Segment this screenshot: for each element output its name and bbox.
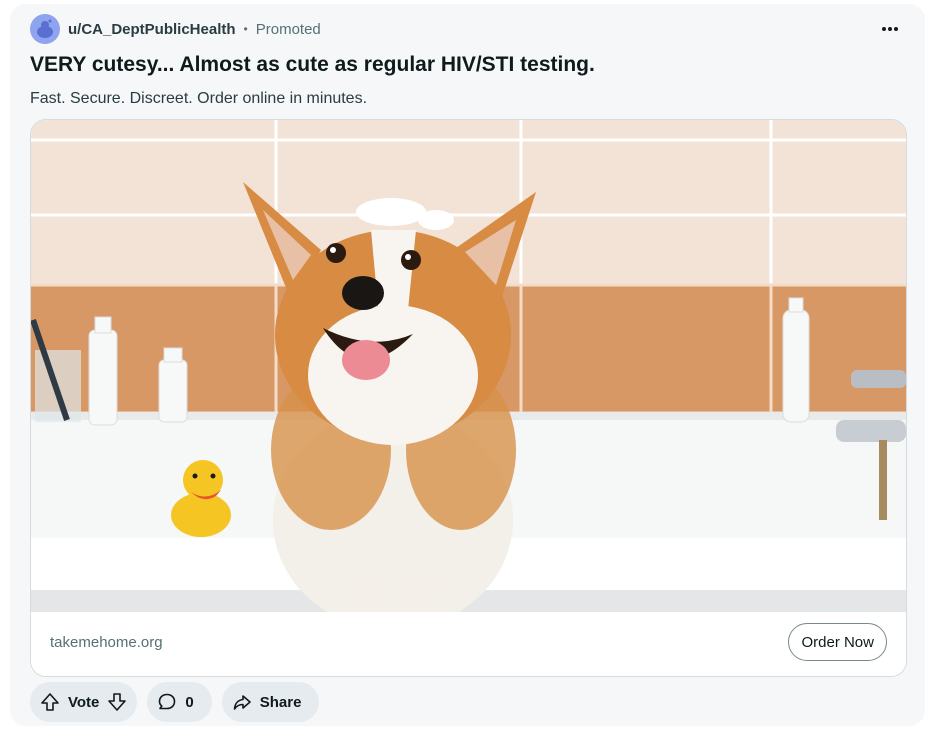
post-action-bar: Vote 0 Share bbox=[30, 682, 320, 722]
more-options-button[interactable] bbox=[875, 14, 905, 44]
post-subtitle: Fast. Secure. Discreet. Order online in … bbox=[30, 90, 368, 107]
corgi-bath-photo[interactable] bbox=[31, 120, 906, 612]
ad-media-container[interactable]: takemehome.org Order Now bbox=[30, 119, 907, 677]
comments-button[interactable]: 0 bbox=[147, 682, 212, 722]
avatar[interactable] bbox=[30, 14, 60, 44]
more-options-icon bbox=[882, 27, 898, 31]
comment-count: 0 bbox=[185, 693, 194, 711]
post-header: u/CA_DeptPublicHealth • Promoted bbox=[30, 14, 905, 44]
post-author-link[interactable]: u/CA_DeptPublicHealth bbox=[68, 21, 236, 38]
arrow-down-icon[interactable] bbox=[107, 692, 127, 712]
separator-dot: • bbox=[243, 22, 248, 36]
post-title[interactable]: VERY cutesy... Almost as cute as regular… bbox=[30, 53, 595, 77]
promoted-label: Promoted bbox=[255, 20, 321, 38]
reddit-snoo-icon bbox=[37, 19, 53, 38]
comment-bubble-icon bbox=[159, 693, 176, 710]
share-label: Share bbox=[259, 693, 302, 711]
ad-domain-link[interactable]: takemehome.org bbox=[50, 634, 163, 651]
share-arrow-icon bbox=[233, 695, 251, 710]
vote-label: Vote bbox=[68, 693, 100, 711]
vote-pill: Vote bbox=[30, 682, 138, 722]
arrow-up-icon[interactable] bbox=[40, 692, 60, 712]
promoted-post-card[interactable]: u/CA_DeptPublicHealth • Promoted VERY cu… bbox=[10, 4, 925, 726]
order-now-button[interactable]: Order Now bbox=[788, 623, 887, 661]
ad-link-row: takemehome.org Order Now bbox=[31, 612, 906, 676]
share-button[interactable]: Share bbox=[221, 682, 320, 722]
